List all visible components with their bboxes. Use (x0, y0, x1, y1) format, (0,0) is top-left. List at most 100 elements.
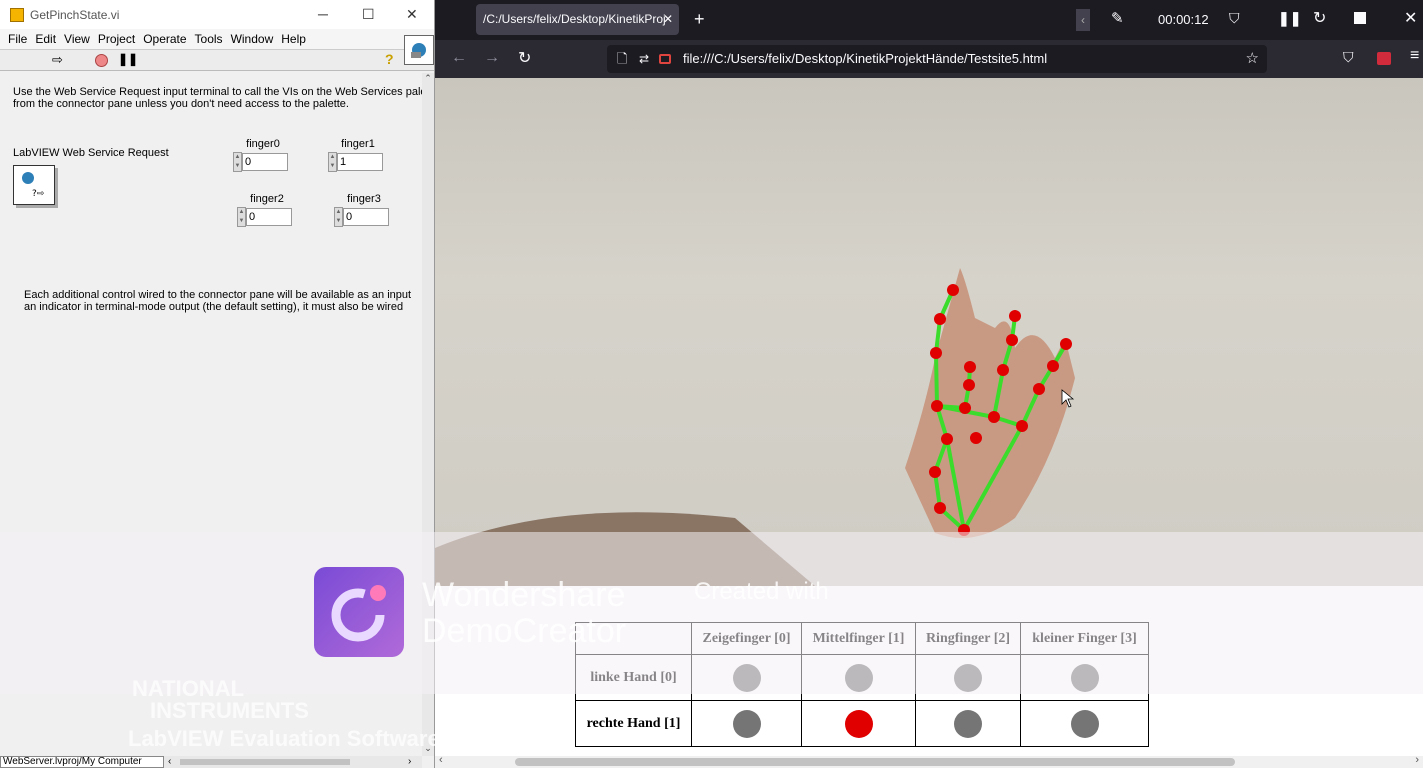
forward-icon[interactable]: → (484, 49, 500, 67)
democreator-logo-icon (314, 567, 404, 657)
description-bottom: Each additional control wired to the con… (24, 289, 411, 313)
row-label: rechte Hand [1] (575, 700, 692, 747)
restart-icon[interactable]: ↻ (1313, 8, 1326, 28)
hand-joint-point (958, 524, 970, 536)
description-line: an indicator in terminal-mode output (th… (24, 301, 404, 313)
state-dot-left-1 (844, 663, 873, 692)
hand-joint-point (930, 347, 942, 359)
table-header-ringfinger: Ringfinger [2] (915, 622, 1021, 655)
state-dot-right-2 (954, 709, 982, 738)
pause-icon[interactable]: ❚❚ (118, 52, 138, 66)
tab-close-icon[interactable]: ✕ (663, 4, 673, 35)
bookmark-star-icon[interactable]: ☆ (1246, 45, 1259, 73)
back-icon[interactable]: ← (451, 49, 467, 67)
stop-recording-icon[interactable] (1354, 12, 1366, 24)
menu-tools[interactable]: Tools (195, 32, 223, 46)
hand-joint-point (1016, 420, 1028, 432)
new-tab-icon[interactable]: + (694, 9, 705, 30)
project-path-label: WebServer.lvproj/My Computer (0, 756, 164, 768)
horizontal-scrollbar[interactable]: WebServer.lvproj/My Computer ‹ › (0, 756, 422, 768)
hand-bone-line (934, 352, 939, 407)
hand-joint-point (947, 284, 959, 296)
help-icon[interactable]: ? (385, 51, 394, 67)
abort-icon[interactable] (95, 54, 108, 67)
recorder-collapse-icon[interactable]: ‹ (1076, 9, 1090, 31)
url-text: file:///C:/Users/felix/Desktop/KinetikPr… (683, 51, 1048, 66)
webcam-video (435, 78, 1423, 586)
permissions-icon[interactable]: ⇄ (639, 45, 649, 73)
vertical-scrollbar[interactable]: ⌃ ⌄ (422, 73, 434, 756)
run-arrow-icon[interactable]: ⇨ (52, 52, 63, 68)
scroll-left-icon[interactable]: ‹ (439, 754, 443, 766)
page-icon: 🗋 (617, 51, 628, 66)
web-service-request-label: LabVIEW Web Service Request (13, 147, 169, 159)
finger0-control: finger0 ▲ ▼ 0 (233, 138, 293, 172)
camera-in-use-icon[interactable] (659, 54, 671, 64)
pause-recording-icon[interactable]: ❚❚ (1278, 10, 1301, 27)
scroll-thumb[interactable] (515, 758, 1235, 766)
description-top: Use the Web Service Request input termin… (13, 86, 427, 110)
browser-horizontal-scrollbar[interactable]: ‹ › (435, 754, 1423, 768)
menu-project[interactable]: Project (98, 32, 135, 46)
tab-testsite[interactable]: /C:/Users/felix/Desktop/KinetikProj ✕ (476, 4, 679, 35)
ni-watermark-line: INSTRUMENTS (150, 698, 309, 723)
shield-icon[interactable]: ⛉ (1229, 10, 1240, 27)
reload-icon[interactable]: ↻ (518, 48, 531, 68)
hand-joint-point (964, 361, 976, 373)
labview-menu-bar: File Edit View Project Operate Tools Win… (0, 29, 434, 49)
state-dot-left-0 (732, 663, 761, 692)
increment-decrement-icon[interactable]: ▲ ▼ (328, 152, 337, 172)
vi-icon (10, 7, 24, 22)
finger3-field[interactable]: 0 (343, 208, 389, 226)
finger0-field[interactable]: 0 (242, 153, 288, 171)
vi-connector-icon[interactable] (404, 35, 434, 65)
menu-edit[interactable]: Edit (35, 32, 56, 46)
increment-decrement-icon[interactable]: ▲ ▼ (237, 207, 246, 227)
finger-state-table-wrap: Zeigefinger [0] Mittelfinger [1] Ringfin… (575, 622, 1149, 747)
window-close-icon[interactable]: ✕ (1404, 8, 1417, 28)
close-icon[interactable]: ✕ (406, 6, 418, 23)
menu-hamburger-icon[interactable]: ≡ (1410, 47, 1419, 65)
increment-decrement-icon[interactable]: ▲ ▼ (334, 207, 343, 227)
description-line: from the connector pane unless you don't… (13, 98, 349, 110)
menu-view[interactable]: View (64, 32, 90, 46)
menu-window[interactable]: Window (231, 32, 274, 46)
menu-file[interactable]: File (8, 32, 27, 46)
web-service-request-terminal[interactable]: ?⇨ (13, 165, 55, 205)
state-dot-right-1 (844, 709, 873, 738)
svg-text:?⇨: ?⇨ (32, 189, 45, 199)
description-line: Each additional control wired to the con… (24, 289, 412, 301)
scroll-right-icon[interactable]: › (408, 756, 411, 767)
scroll-thumb[interactable] (180, 759, 350, 765)
hand-tracking-overlay (435, 268, 1075, 586)
scroll-left-icon[interactable]: ‹ (168, 756, 171, 767)
finger3-control: finger3 ▲ ▼ 0 (334, 193, 394, 227)
arm-shape (435, 512, 815, 586)
hand-joint-point (970, 432, 982, 444)
labview-title-bar: GetPinchState.vi ─ ☐ ✕ (0, 0, 434, 29)
pocket-icon[interactable]: ⛉ (1343, 49, 1354, 66)
extension-icon[interactable] (1377, 52, 1391, 65)
labview-toolbar: ⇨ ❚❚ ? (0, 49, 434, 71)
menu-help[interactable]: Help (281, 32, 306, 46)
increment-decrement-icon[interactable]: ▲ ▼ (233, 152, 242, 172)
minimize-icon[interactable]: ─ (318, 6, 328, 22)
maximize-icon[interactable]: ☐ (362, 6, 375, 23)
hand-joint-point (941, 433, 953, 445)
ni-watermark-line: LabVIEW Evaluation Software (128, 726, 440, 751)
state-dot-left-3 (1070, 663, 1099, 692)
finger1-field[interactable]: 1 (337, 153, 383, 171)
labview-window-title: GetPinchState.vi (30, 7, 120, 22)
finger1-label: finger1 (341, 138, 375, 150)
finger0-label: finger0 (246, 138, 280, 150)
watermark-brand-line2: DemoCreator (422, 612, 627, 650)
finger2-field[interactable]: 0 (246, 208, 292, 226)
hand-joint-point (1009, 310, 1021, 322)
scroll-right-icon[interactable]: › (1415, 754, 1419, 766)
finger1-control: finger1 ▲ ▼ 1 (328, 138, 388, 172)
hand-joint-point (934, 502, 946, 514)
url-bar[interactable]: 🗋 ⇄ file:///C:/Users/felix/Desktop/Kinet… (607, 45, 1267, 73)
table-header-row: Zeigefinger [0] Mittelfinger [1] Ringfin… (575, 622, 1149, 655)
pen-icon[interactable]: ✎ (1111, 9, 1124, 27)
menu-operate[interactable]: Operate (143, 32, 186, 46)
